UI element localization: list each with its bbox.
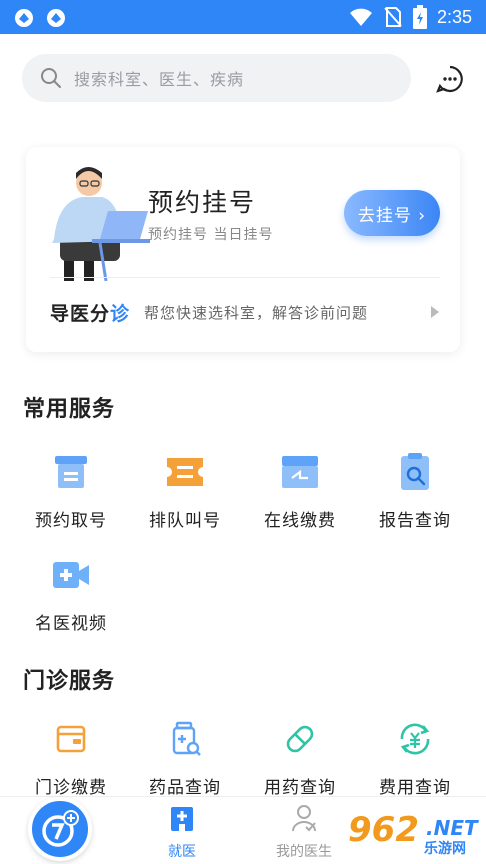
- service-label: 名医视频: [35, 614, 107, 634]
- booking-subtitle: 预约挂号 当日挂号: [148, 227, 274, 243]
- yuan-cycle-icon: [400, 723, 430, 755]
- book-appointment-button[interactable]: 去挂号 ›: [344, 190, 440, 236]
- app-notification-icon: [47, 9, 65, 27]
- tab-medical[interactable]: 就医: [137, 803, 227, 861]
- divider: [50, 277, 440, 278]
- service-item-report[interactable]: 报告查询: [355, 450, 475, 531]
- ticket-box-icon: [55, 456, 87, 488]
- service-label: 在线缴费: [264, 511, 336, 531]
- service-label: 排队叫号: [149, 511, 221, 531]
- chevron-right-icon: [431, 306, 439, 318]
- video-consult-icon: [53, 562, 89, 588]
- wifi-icon: [349, 8, 372, 26]
- doctor-icon: [292, 805, 316, 832]
- service-item-booking-number[interactable]: 预约取号: [11, 450, 131, 531]
- service-item-medicine-search[interactable]: 药品查询: [125, 717, 245, 798]
- status-bar: 2:35: [0, 0, 486, 34]
- triage-logo-accent: 诊: [110, 302, 131, 325]
- outpatient-services-title: 门诊服务: [23, 669, 116, 694]
- watermark-number: 962: [348, 810, 419, 850]
- medicine-search-icon: [172, 721, 201, 756]
- watermark-site: 乐游网: [424, 841, 466, 857]
- search-bar[interactable]: 搜索科室、医生、疾病: [22, 54, 411, 102]
- queue-ticket-icon: [167, 458, 203, 486]
- triage-logo: 导医分诊: [50, 299, 130, 326]
- service-item-medication-search[interactable]: 用药查询: [240, 717, 360, 798]
- service-label: 费用查询: [379, 778, 451, 798]
- battery-icon: [412, 5, 427, 29]
- booking-title: 预约挂号: [148, 188, 257, 217]
- service-item-outpatient-payment[interactable]: 门诊缴费: [11, 717, 131, 798]
- site-watermark: 962 .NET 乐游网: [348, 806, 482, 862]
- search-icon: [41, 68, 61, 88]
- service-label: 门诊缴费: [35, 778, 107, 798]
- no-sim-icon: [384, 7, 402, 27]
- triage-logo-text: 导医分: [50, 302, 111, 325]
- booking-card: 预约挂号 预约挂号 当日挂号 去挂号 › 导医分诊 帮您快速选科室，解答诊前问题: [26, 147, 460, 352]
- triage-description: 帮您快速选科室，解答诊前问题: [144, 303, 369, 322]
- watermark-suffix: .NET: [426, 816, 478, 840]
- home-logo-button[interactable]: [28, 797, 92, 861]
- service-label: 报告查询: [379, 511, 451, 531]
- service-item-cost-search[interactable]: 费用查询: [355, 717, 475, 798]
- clock: 2:35: [436, 6, 472, 27]
- app-logo-icon: [42, 810, 79, 847]
- common-services-title: 常用服务: [23, 397, 116, 422]
- payment-card-icon: [282, 456, 318, 488]
- service-item-video-consult[interactable]: 名医视频: [11, 553, 131, 634]
- service-label: 药品查询: [149, 778, 221, 798]
- doctor-laptop-illustration: [52, 167, 150, 281]
- triage-guide-row[interactable]: 导医分诊 帮您快速选科室，解答诊前问题: [50, 297, 440, 327]
- report-search-icon: [401, 453, 429, 490]
- message-icon[interactable]: [435, 64, 465, 94]
- service-item-queue[interactable]: 排队叫号: [125, 450, 245, 531]
- wallet-icon: [56, 725, 86, 753]
- tab-label: 就医: [168, 844, 196, 860]
- service-label: 用药查询: [264, 778, 336, 798]
- tab-my-doctor[interactable]: 我的医生: [259, 803, 349, 861]
- tab-label: 我的医生: [276, 844, 332, 860]
- search-placeholder[interactable]: 搜索科室、医生、疾病: [74, 66, 244, 90]
- app-notification-icon: [15, 9, 33, 27]
- pill-icon: [286, 725, 314, 753]
- service-item-online-payment[interactable]: 在线缴费: [240, 450, 360, 531]
- hospital-icon: [171, 807, 193, 831]
- service-label: 预约取号: [35, 511, 107, 531]
